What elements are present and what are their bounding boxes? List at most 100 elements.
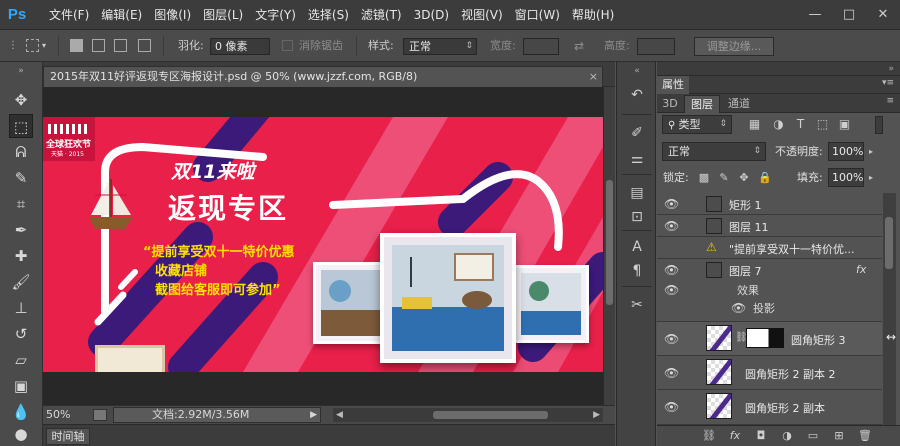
new-layer-icon[interactable]: ⊞: [831, 429, 847, 443]
subtract-from-selection-icon[interactable]: [114, 39, 127, 52]
visibility-eye-icon[interactable]: 👁: [664, 400, 679, 414]
opacity-input[interactable]: 100%: [828, 142, 864, 161]
document-tab[interactable]: 2015年双11好评返现专区海报设计.psd @ 50% (www.jzzf.c…: [43, 66, 603, 87]
history-panel-icon[interactable]: ↶: [626, 84, 648, 106]
gradient-tool-icon[interactable]: ▣: [9, 374, 33, 398]
refine-edge-button[interactable]: 调整边缘...: [694, 37, 774, 56]
visibility-eye-icon[interactable]: 👁: [664, 283, 679, 297]
scroll-thumb[interactable]: [606, 180, 613, 305]
menu-3d[interactable]: 3D(D): [411, 0, 458, 30]
collapse-icon[interactable]: »: [888, 62, 894, 76]
layer-row[interactable]: 👁 圆角矩形 2 副本: [657, 390, 882, 425]
quick-selection-tool-icon[interactable]: ✎: [9, 166, 33, 190]
filter-adjustment-icon[interactable]: ◑: [770, 116, 787, 133]
layer-row[interactable]: 👁 ⛓ 圆角矩形 3: [657, 322, 882, 356]
fill-dropdown-icon[interactable]: ▸: [865, 168, 877, 187]
height-input[interactable]: [637, 38, 675, 55]
width-input[interactable]: [523, 38, 559, 55]
filter-toggle[interactable]: [875, 116, 883, 134]
collapse-icon[interactable]: »: [9, 66, 33, 76]
antialias-checkbox[interactable]: [282, 40, 293, 51]
rectangular-marquee-tool-icon[interactable]: ⬚: [9, 114, 33, 138]
document-info[interactable]: 文档:2.92M/3.56M ▶: [113, 407, 321, 423]
layer-filter-select[interactable]: ⚲ 类型: [662, 115, 732, 134]
close-button[interactable]: ✕: [866, 0, 900, 30]
scroll-thumb[interactable]: [433, 411, 548, 419]
scroll-left-icon[interactable]: ◀: [336, 408, 343, 422]
collapse-icon[interactable]: «: [626, 66, 648, 76]
tab-3d[interactable]: 3D: [659, 95, 681, 113]
canvas-vertical-scrollbar[interactable]: [603, 87, 615, 405]
blur-tool-icon[interactable]: 💧: [9, 400, 33, 424]
lock-image-pixels-icon[interactable]: ✎: [717, 171, 731, 185]
minimize-button[interactable]: —: [798, 0, 832, 30]
panel-menu-icon[interactable]: ▾≡: [882, 78, 894, 88]
tab-layers[interactable]: 图层: [684, 95, 720, 113]
maximize-button[interactable]: □: [832, 0, 866, 30]
close-tab-icon[interactable]: ×: [589, 67, 598, 86]
canvas-horizontal-scrollbar[interactable]: ◀ ▶: [333, 408, 603, 422]
brush-tool-icon[interactable]: 🖌: [9, 270, 33, 294]
spot-healing-tool-icon[interactable]: ✚: [9, 244, 33, 268]
menu-select[interactable]: 选择(S): [305, 0, 358, 30]
intersect-selection-icon[interactable]: [138, 39, 151, 52]
menu-image[interactable]: 图像(I): [151, 0, 200, 30]
new-adjustment-layer-icon[interactable]: ◑: [779, 429, 795, 443]
blend-mode-select[interactable]: 正常: [662, 142, 766, 161]
lock-transparent-pixels-icon[interactable]: ▩: [697, 171, 711, 185]
visibility-eye-icon[interactable]: 👁: [664, 197, 679, 211]
tools-cross-icon[interactable]: ✂: [626, 294, 648, 316]
filter-type-icon[interactable]: T: [792, 116, 809, 133]
menu-help[interactable]: 帮助(H): [569, 0, 623, 30]
add-layer-style-icon[interactable]: fx: [727, 429, 743, 443]
swap-icon[interactable]: ⇄: [574, 30, 584, 62]
menu-filter[interactable]: 滤镜(T): [358, 0, 411, 30]
character-panel-icon[interactable]: A: [626, 236, 648, 258]
filter-smart-object-icon[interactable]: ▣: [836, 116, 853, 133]
layers-scrollbar[interactable]: [883, 193, 896, 425]
actions-panel-icon[interactable]: ▤: [626, 182, 648, 204]
paragraph-panel-icon[interactable]: ¶: [626, 260, 648, 282]
layer-row[interactable]: ⚠ "提前享受双十一特价优...: [657, 237, 882, 259]
tool-presets-icon[interactable]: ⊡: [626, 206, 648, 228]
clone-stamp-tool-icon[interactable]: ⊥: [9, 296, 33, 320]
menu-edit[interactable]: 编辑(E): [98, 0, 151, 30]
delete-layer-icon[interactable]: 🗑: [857, 429, 873, 443]
scroll-thumb[interactable]: [885, 217, 893, 269]
opacity-dropdown-icon[interactable]: ▸: [865, 142, 877, 161]
history-brush-tool-icon[interactable]: ↺: [9, 322, 33, 346]
adjustments-panel-icon[interactable]: ⚌: [626, 148, 648, 170]
layer-effects-fx-icon[interactable]: fx: [856, 263, 866, 276]
menu-window[interactable]: 窗口(W): [512, 0, 569, 30]
add-to-selection-icon[interactable]: [92, 39, 105, 52]
fill-input[interactable]: 100%: [828, 168, 864, 187]
lock-all-icon[interactable]: 🔒: [758, 171, 772, 185]
filter-pixel-icon[interactable]: ▦: [746, 116, 763, 133]
layer-row[interactable]: 👁 图层 11: [657, 215, 882, 237]
layer-row[interactable]: 👁 圆角矩形 2 副本 2: [657, 356, 882, 390]
lasso-tool-icon[interactable]: ᕱ: [9, 140, 33, 164]
zoom-level[interactable]: 50%: [46, 406, 70, 424]
new-group-icon[interactable]: ▭: [805, 429, 821, 443]
visibility-eye-icon[interactable]: 👁: [664, 219, 679, 233]
lock-position-icon[interactable]: ✥: [737, 171, 751, 185]
layer-row[interactable]: 👁 矩形 1: [657, 193, 882, 215]
layer-row[interactable]: 👁 图层 7 fx 👁 效果 👁 投影: [657, 259, 882, 322]
visibility-eye-icon[interactable]: 👁: [664, 332, 679, 346]
scroll-right-icon[interactable]: ▶: [593, 408, 600, 422]
menu-file[interactable]: 文件(F): [46, 0, 98, 30]
menu-type[interactable]: 文字(Y): [252, 0, 305, 30]
preset-dropdown-icon[interactable]: ▾: [42, 30, 46, 62]
visibility-eye-icon[interactable]: 👁: [664, 263, 679, 277]
menu-view[interactable]: 视图(V): [458, 0, 512, 30]
crop-tool-icon[interactable]: ⌗: [9, 192, 33, 216]
menu-layer[interactable]: 图层(L): [200, 0, 252, 30]
tab-properties[interactable]: 属性: [657, 76, 689, 94]
visibility-eye-icon[interactable]: 👁: [731, 301, 746, 315]
drop-shadow-effect[interactable]: 投影: [753, 300, 775, 316]
eyedropper-tool-icon[interactable]: ✒: [9, 218, 33, 242]
brush-panel-icon[interactable]: ✐: [626, 122, 648, 144]
visibility-eye-icon[interactable]: 👁: [664, 366, 679, 380]
tab-timeline[interactable]: 时间轴: [46, 428, 90, 445]
panel-menu-icon[interactable]: ≡: [886, 96, 894, 106]
